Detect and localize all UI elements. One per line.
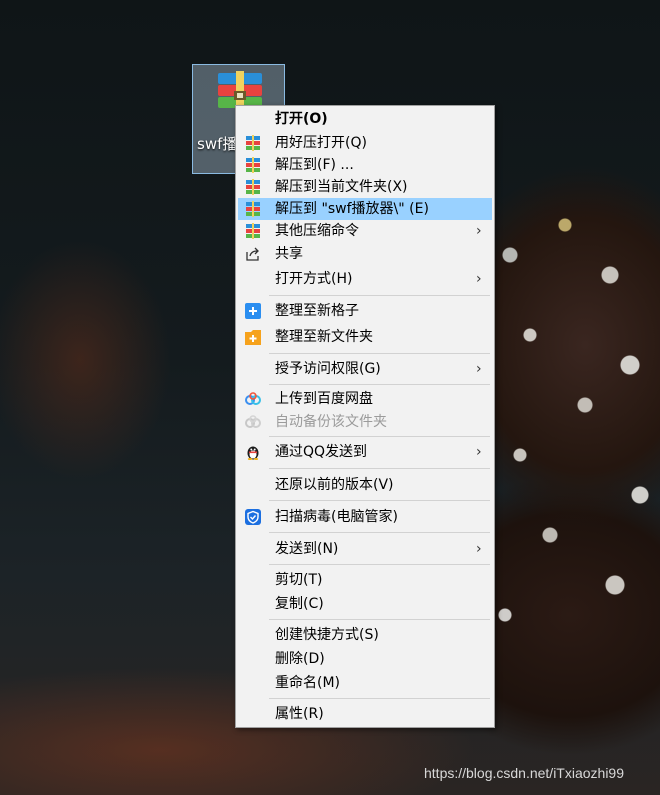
haozip-icon xyxy=(246,201,260,217)
menu-item-label: 复制(C) xyxy=(275,596,324,612)
menu-item-create-shortcut[interactable]: 创建快捷方式(S) xyxy=(238,624,492,646)
menu-item-label: 还原以前的版本(V) xyxy=(275,477,394,493)
menu-item-label: 扫描病毒(电脑管家) xyxy=(275,509,398,525)
menu-item-extract-to[interactable]: 解压到(F) ... xyxy=(238,154,492,176)
menu-separator xyxy=(269,564,490,565)
context-menu: 打开(O) 用好压打开(Q) 解压到(F) ... 解压到当前文件夹(X) 解压… xyxy=(235,105,495,728)
menu-item-share[interactable]: 共享 xyxy=(238,243,492,265)
menu-item-label: 其他压缩命令 xyxy=(275,223,359,239)
menu-item-label: 自动备份该文件夹 xyxy=(275,414,387,430)
menu-item-label: 打开方式(H) xyxy=(275,271,353,287)
menu-separator xyxy=(269,468,490,469)
orange-plus-icon xyxy=(245,330,261,345)
menu-item-label: 通过QQ发送到 xyxy=(275,444,368,460)
submenu-arrow-icon: › xyxy=(476,444,482,460)
menu-separator xyxy=(269,698,490,699)
haozip-icon xyxy=(246,135,260,151)
menu-item-send-via-qq[interactable]: 通过QQ发送到 › xyxy=(238,441,492,463)
file-name-label: swf播 xyxy=(197,135,238,153)
menu-item-organize-new-box[interactable]: 整理至新格子 xyxy=(238,300,492,322)
menu-item-label: 解压到 "swf播放器\" (E) xyxy=(275,201,429,217)
coconut-topping-decoration xyxy=(490,195,660,635)
menu-item-label: 创建快捷方式(S) xyxy=(275,627,379,643)
haozip-icon xyxy=(246,157,260,173)
baidu-netdisk-icon xyxy=(245,415,261,428)
menu-item-open-with-haozip[interactable]: 用好压打开(Q) xyxy=(238,132,492,154)
menu-item-other-compress[interactable]: 其他压缩命令 › xyxy=(238,220,492,242)
menu-item-label: 共享 xyxy=(275,246,303,262)
menu-item-label: 重命名(M) xyxy=(275,675,341,691)
qq-penguin-icon xyxy=(247,446,259,460)
menu-item-label: 整理至新格子 xyxy=(275,303,359,319)
menu-item-send-to[interactable]: 发送到(N) › xyxy=(238,538,492,560)
menu-item-open-with[interactable]: 打开方式(H) › xyxy=(238,268,492,290)
menu-item-restore-previous[interactable]: 还原以前的版本(V) xyxy=(238,474,492,496)
menu-item-label: 解压到当前文件夹(X) xyxy=(275,179,408,195)
menu-item-auto-backup: 自动备份该文件夹 xyxy=(238,411,492,433)
submenu-arrow-icon: › xyxy=(476,271,482,287)
blue-plus-icon xyxy=(245,303,261,319)
menu-item-rename[interactable]: 重命名(M) xyxy=(238,672,492,694)
menu-separator xyxy=(269,295,490,296)
menu-item-label: 删除(D) xyxy=(275,651,325,667)
menu-item-label: 用好压打开(Q) xyxy=(275,135,367,151)
menu-item-label: 授予访问权限(G) xyxy=(275,361,381,377)
menu-item-label: 打开(O) xyxy=(275,111,328,127)
menu-separator xyxy=(269,500,490,501)
menu-item-properties[interactable]: 属性(R) xyxy=(238,703,492,725)
menu-item-extract-here[interactable]: 解压到当前文件夹(X) xyxy=(238,176,492,198)
haozip-icon xyxy=(246,179,260,195)
menu-item-label: 解压到(F) ... xyxy=(275,157,354,173)
menu-item-label: 剪切(T) xyxy=(275,572,323,588)
baidu-netdisk-icon xyxy=(245,392,261,405)
menu-separator xyxy=(269,436,490,437)
share-icon xyxy=(246,247,259,261)
menu-item-label: 属性(R) xyxy=(275,706,324,722)
menu-separator xyxy=(269,619,490,620)
menu-separator xyxy=(269,384,490,385)
submenu-arrow-icon: › xyxy=(476,223,482,239)
watermark-text: https://blog.csdn.net/iTxiaozhi99 xyxy=(424,765,625,781)
haozip-icon xyxy=(246,223,260,239)
menu-item-copy[interactable]: 复制(C) xyxy=(238,593,492,615)
menu-item-label: 上传到百度网盘 xyxy=(275,391,373,407)
menu-item-delete[interactable]: 删除(D) xyxy=(238,648,492,670)
menu-separator xyxy=(269,532,490,533)
menu-item-open[interactable]: 打开(O) xyxy=(238,108,492,130)
menu-item-label: 发送到(N) xyxy=(275,541,339,557)
menu-item-cut[interactable]: 剪切(T) xyxy=(238,569,492,591)
menu-item-extract-to-folder[interactable]: 解压到 "swf播放器\" (E) xyxy=(238,198,492,220)
menu-separator xyxy=(269,353,490,354)
menu-item-organize-new-folder[interactable]: 整理至新文件夹 xyxy=(238,326,492,348)
pc-manager-shield-icon xyxy=(245,509,261,525)
submenu-arrow-icon: › xyxy=(476,541,482,557)
menu-item-grant-access[interactable]: 授予访问权限(G) › xyxy=(238,358,492,380)
submenu-arrow-icon: › xyxy=(476,361,482,377)
menu-item-label: 整理至新文件夹 xyxy=(275,329,373,345)
menu-item-upload-baidu[interactable]: 上传到百度网盘 xyxy=(238,388,492,410)
menu-item-scan-virus[interactable]: 扫描病毒(电脑管家) xyxy=(238,506,492,528)
